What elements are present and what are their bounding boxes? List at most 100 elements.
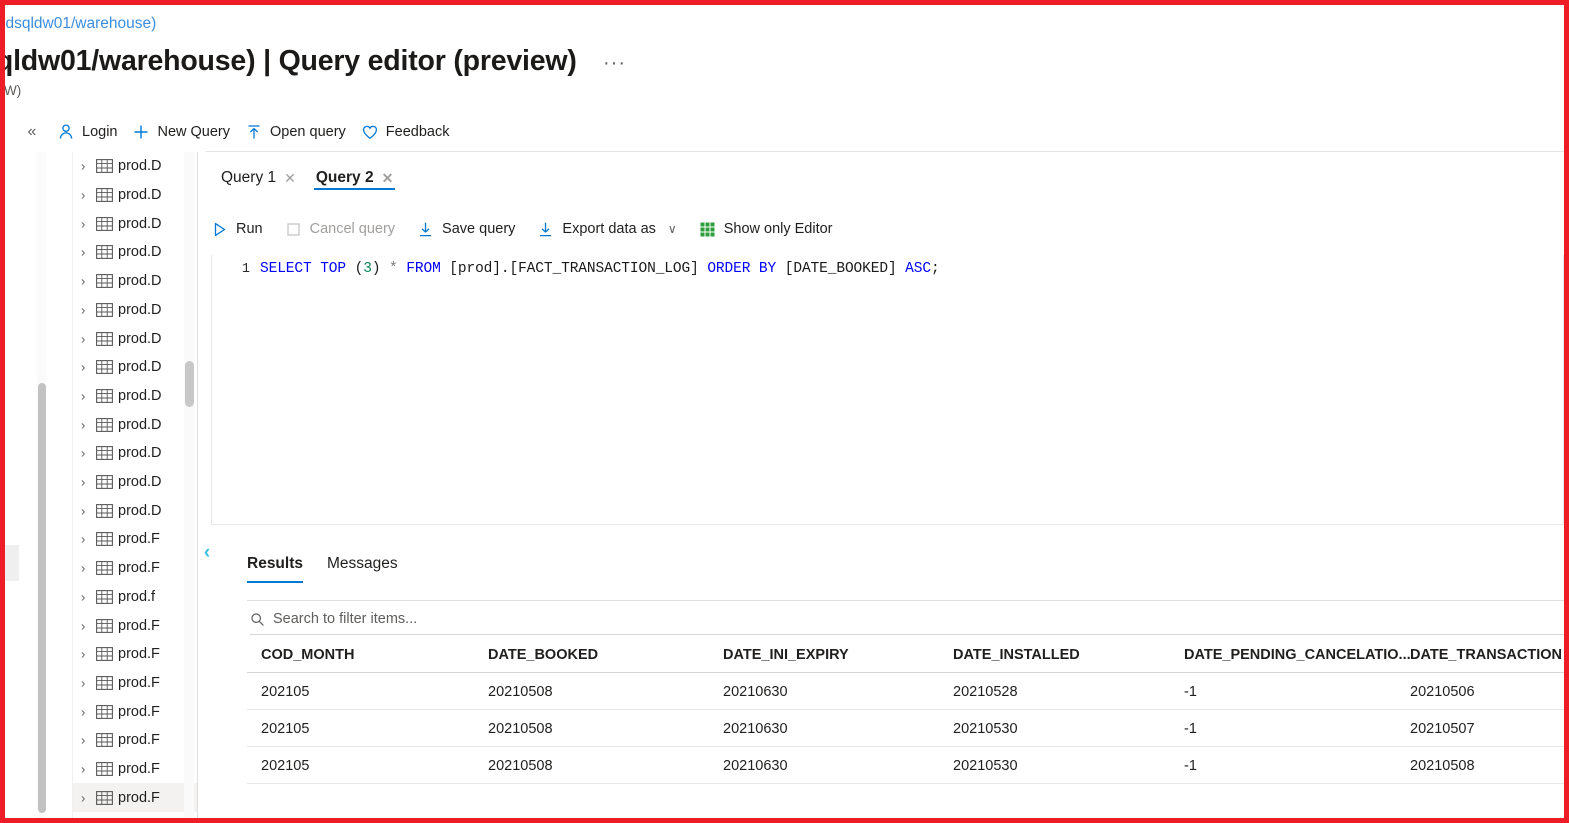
tree-item-16[interactable]: › prod.F [73,611,197,640]
column-header-date_ini_expiry[interactable]: DATE_INI_EXPIRY [723,647,849,663]
tree-item-label: prod.D [118,244,162,261]
expand-chevron-icon[interactable]: › [81,561,85,576]
table-row[interactable]: 202105 20210508 20210630 20210528 -1 20210506 [247,673,1564,710]
run-label: Run [236,221,263,237]
expand-chevron-icon[interactable]: › [81,762,85,777]
expand-chevron-icon[interactable]: › [81,790,85,805]
tab-results[interactable]: Results [247,555,303,585]
expand-chevron-icon[interactable]: › [81,532,85,547]
export-data-as-button[interactable]: Export data as ∨ [537,221,677,238]
expand-chevron-icon[interactable]: › [81,274,85,289]
open-query-button[interactable]: Open query [245,123,346,141]
tree-item-3[interactable]: › prod.D [73,238,197,267]
tab-messages[interactable]: Messages [327,555,398,585]
close-icon[interactable]: ✕ [382,170,394,187]
expand-chevron-icon[interactable]: › [81,216,85,231]
tree-item-12[interactable]: › prod.D [73,496,197,525]
expand-chevron-icon[interactable]: › [81,647,85,662]
expand-chevron-icon[interactable]: › [81,331,85,346]
cell-cod_month: 202105 [261,757,310,774]
table-icon [96,618,113,633]
left-edge-tab[interactable] [5,545,19,581]
tree-scrollbar-track[interactable] [184,152,194,818]
run-button[interactable]: Run [211,221,263,238]
query-tab-2[interactable]: Query 2 ✕ [306,155,403,195]
tree-item-9[interactable]: › prod.D [73,410,197,439]
table-icon [96,704,113,719]
tree-item-8[interactable]: › prod.D [73,382,197,411]
table-icon [96,302,113,317]
object-explorer-tree[interactable]: › prod.D › prod.D › prod.D › prod.D › prod.D › prod… [27,152,197,818]
new-query-button[interactable]: New Query [132,123,230,141]
tree-item-20[interactable]: › prod.F [73,726,197,755]
tree-item-14[interactable]: › prod.F [73,554,197,583]
column-header-date_booked[interactable]: DATE_BOOKED [488,647,598,663]
tree-item-0[interactable]: › prod.D [73,152,197,181]
column-header-date_installed[interactable]: DATE_INSTALLED [953,647,1080,663]
tree-scrollbar-thumb[interactable] [185,361,194,407]
expand-chevron-icon[interactable]: › [81,417,85,432]
query-tab-1[interactable]: Query 1 ✕ [211,155,306,195]
feedback-button[interactable]: Feedback [361,123,449,141]
sql-code-editor[interactable]: 1 SELECT TOP (3) * FROM [prod].[FACT_TRA… [211,255,1564,525]
tree-item-5[interactable]: › prod.D [73,296,197,325]
expand-chevron-icon[interactable]: › [81,733,85,748]
column-header-date_transaction[interactable]: DATE_TRANSACTION [1410,647,1562,663]
more-options-button[interactable]: ··· [603,53,626,73]
login-button[interactable]: Login [57,123,117,141]
tree-item-7[interactable]: › prod.D [73,353,197,382]
breadcrumb[interactable]: e (prodsqldw01/warehouse) [5,15,156,33]
sql-token: FROM [406,261,441,277]
expand-chevron-icon[interactable]: › [81,589,85,604]
close-icon[interactable]: ✕ [284,170,296,187]
show-only-editor-button[interactable]: Show only Editor [699,221,833,238]
column-header-date_pending_cancelation[interactable]: DATE_PENDING_CANCELATIO... [1184,647,1411,663]
expand-chevron-icon[interactable]: › [81,475,85,490]
line-number: 1 [241,262,250,277]
expand-chevron-icon[interactable]: › [81,159,85,174]
save-query-button[interactable]: Save query [417,221,515,238]
outer-scrollbar-thumb[interactable] [38,383,46,813]
expand-chevron-icon[interactable]: › [81,388,85,403]
table-icon [96,561,113,576]
column-header-cod_month[interactable]: COD_MONTH [261,647,354,663]
expand-chevron-icon[interactable]: › [81,503,85,518]
play-icon [211,221,228,238]
expand-chevron-icon[interactable]: › [81,704,85,719]
tree-item-2[interactable]: › prod.D [73,209,197,238]
tree-item-1[interactable]: › prod.D [73,181,197,210]
tree-item-4[interactable]: › prod.D [73,267,197,296]
expand-chevron-icon[interactable]: › [81,675,85,690]
tree-item-6[interactable]: › prod.D [73,324,197,353]
tree-item-22[interactable]: › prod.F [73,783,197,813]
table-row[interactable]: 202105 20210508 20210630 20210530 -1 20210507 [247,710,1564,747]
expand-chevron-icon[interactable]: › [81,245,85,260]
tree-item-label: prod.D [118,445,162,462]
collapse-panel-button[interactable]: ‹ [199,540,215,566]
cell-date_booked: 20210508 [488,683,553,700]
tree-item-13[interactable]: › prod.F [73,525,197,554]
sql-query-text[interactable]: SELECT TOP (3) * FROM [prod].[FACT_TRANS… [260,261,940,277]
tree-item-17[interactable]: › prod.F [73,640,197,669]
sql-token: [DATE_BOOKED] [776,261,906,277]
tree-item-10[interactable]: › prod.D [73,439,197,468]
expand-chevron-icon[interactable]: › [81,446,85,461]
tree-item-15[interactable]: › prod.f [73,583,197,612]
expand-chevron-icon[interactable]: › [81,618,85,633]
collapse-nav-button[interactable]: « [22,123,42,141]
table-row[interactable]: 202105 20210508 20210630 20210530 -1 20210508 [247,747,1564,784]
tree-item-21[interactable]: › prod.F [73,755,197,784]
outer-scrollbar-track[interactable] [37,152,46,818]
expand-chevron-icon[interactable]: › [81,302,85,317]
download-arrow-icon [537,221,554,238]
tree-item-11[interactable]: › prod.D [73,468,197,497]
search-input[interactable]: Search to filter items... [273,611,417,627]
expand-chevron-icon[interactable]: › [81,188,85,203]
chevron-down-icon[interactable]: ∨ [668,222,677,236]
expand-chevron-icon[interactable]: › [81,360,85,375]
table-icon [96,503,113,518]
filter-items-row[interactable]: Search to filter items... [250,605,1564,633]
tree-item-label: prod.D [118,301,162,318]
tree-item-19[interactable]: › prod.F [73,697,197,726]
tree-item-18[interactable]: › prod.F [73,669,197,698]
